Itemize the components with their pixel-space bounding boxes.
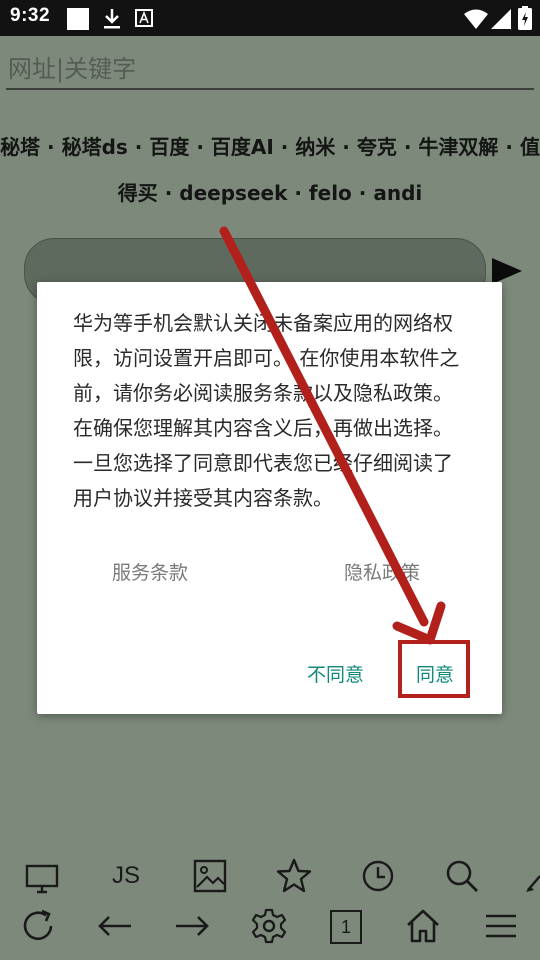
link-separator: · xyxy=(157,181,180,205)
agree-button[interactable]: 同意 xyxy=(416,660,454,687)
signal-icon xyxy=(490,8,512,34)
link-separator: · xyxy=(335,135,357,159)
js-icon[interactable]: JS xyxy=(106,862,146,890)
quick-link[interactable]: 百度AI xyxy=(211,135,274,159)
quick-link[interactable]: deepseek xyxy=(179,181,287,205)
stop-square-icon xyxy=(67,8,89,34)
link-separator: · xyxy=(189,135,211,159)
link-separator: · xyxy=(351,181,374,205)
link-separator: · xyxy=(127,135,150,159)
status-bar: 9:32 xyxy=(0,0,540,36)
back-arrow-icon[interactable] xyxy=(95,906,135,946)
quick-link[interactable]: 夸克 xyxy=(357,135,397,159)
link-separator: · xyxy=(287,181,309,205)
star-icon[interactable] xyxy=(274,856,314,896)
tab-count-icon[interactable]: 1 xyxy=(330,910,362,944)
go-button[interactable] xyxy=(492,258,522,284)
quick-links: 秘塔 · 秘塔ds · 百度 · 百度AI · 纳米 · 夸克 · 牛津双解 ·… xyxy=(0,124,540,216)
more-icon[interactable] xyxy=(524,856,540,896)
font-a-icon xyxy=(135,9,153,31)
battery-charging-icon xyxy=(518,6,532,34)
disagree-button[interactable]: 不同意 xyxy=(307,660,364,687)
quick-link[interactable]: 纳米 xyxy=(295,135,335,159)
link-separator: · xyxy=(273,135,296,159)
link-separator: · xyxy=(498,135,520,159)
quick-link[interactable]: andi xyxy=(373,181,422,205)
link-separator: · xyxy=(40,135,62,159)
search-icon[interactable] xyxy=(442,856,482,896)
terms-link[interactable]: 服务条款 xyxy=(112,558,188,585)
quick-link[interactable]: 秘塔 xyxy=(0,135,40,159)
history-icon[interactable] xyxy=(358,856,398,896)
settings-icon[interactable] xyxy=(249,906,289,946)
home-icon[interactable] xyxy=(403,906,443,946)
image-icon[interactable] xyxy=(190,856,230,896)
desktop-icon[interactable] xyxy=(22,858,62,898)
quick-link[interactable]: 百度 xyxy=(149,135,189,159)
download-icon xyxy=(103,8,121,34)
privacy-link[interactable]: 隐私政策 xyxy=(344,558,420,585)
url-input[interactable] xyxy=(6,50,534,90)
quick-link[interactable]: 牛津双解 xyxy=(418,135,498,159)
quick-link[interactable]: felo xyxy=(309,181,352,205)
refresh-icon[interactable] xyxy=(18,906,58,946)
status-time: 9:32 xyxy=(10,5,51,26)
wifi-icon xyxy=(463,8,489,34)
link-separator: · xyxy=(396,135,419,159)
menu-icon[interactable] xyxy=(481,906,521,946)
dialog-message: 华为等手机会默认关闭未备案应用的网络权限，访问设置开启即可。 在你使用本软件之前… xyxy=(73,311,460,510)
privacy-dialog: 华为等手机会默认关闭未备案应用的网络权限，访问设置开启即可。 在你使用本软件之前… xyxy=(37,282,502,714)
forward-arrow-icon[interactable] xyxy=(172,906,212,946)
quick-link[interactable]: 秘塔ds xyxy=(62,135,128,159)
